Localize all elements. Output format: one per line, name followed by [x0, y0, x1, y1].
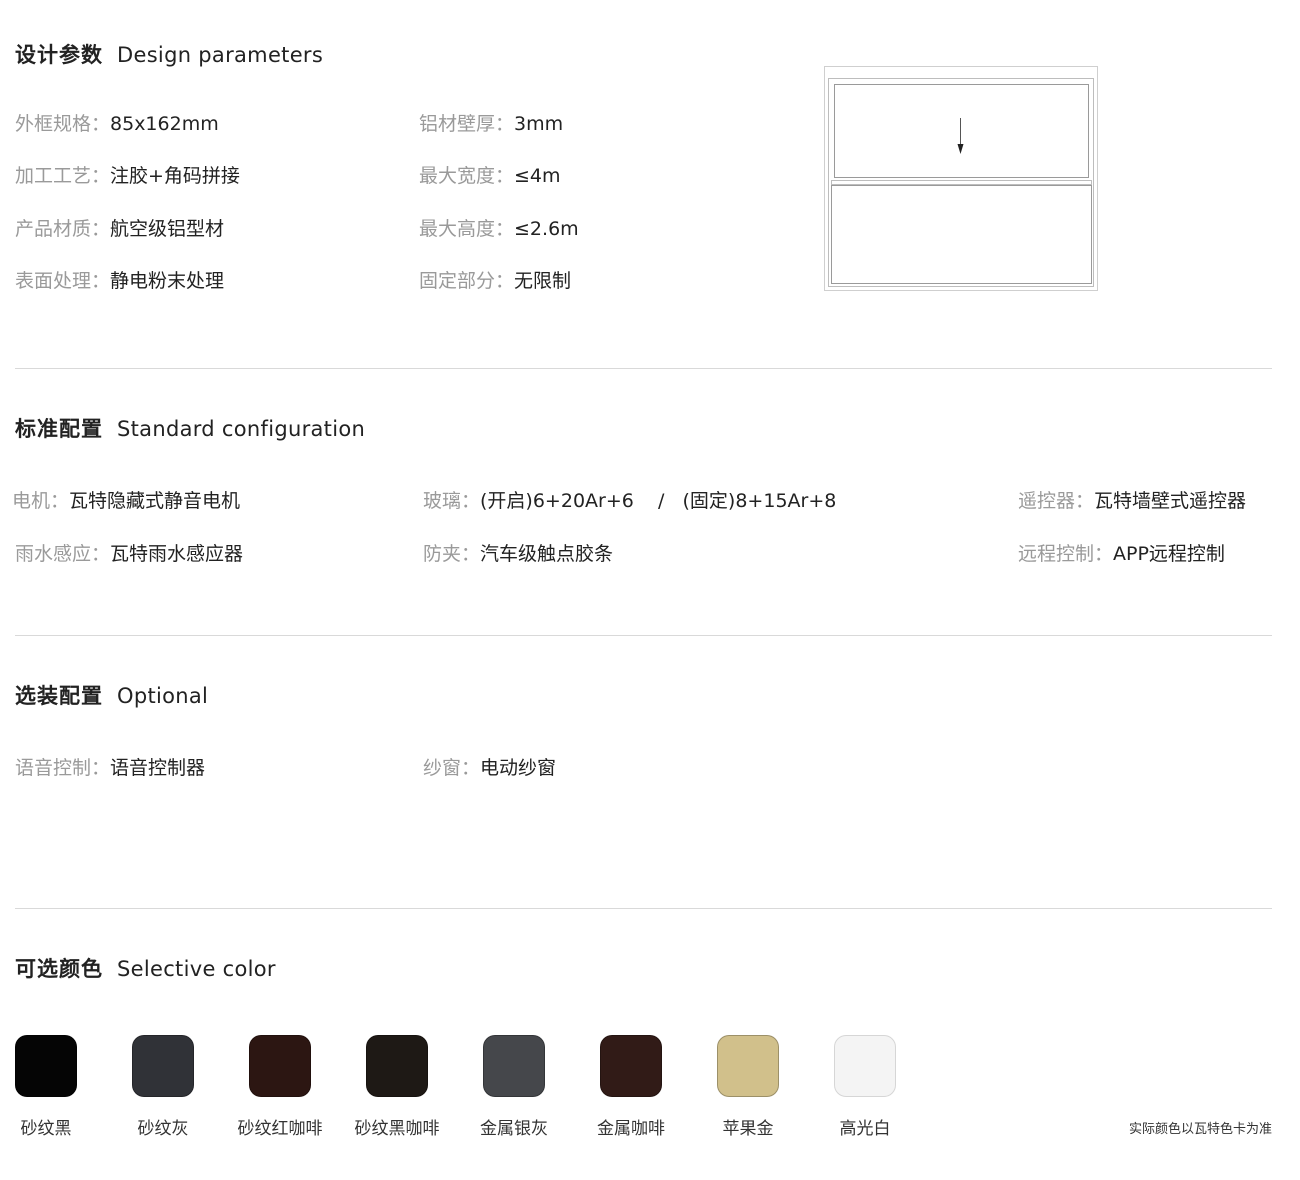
param-value: 语音控制器: [110, 757, 206, 779]
section-subtitle: Standard configuration: [117, 417, 366, 441]
param-fixed-part: 固定部分：无限制: [419, 269, 571, 293]
param-voice-control: 语音控制：语音控制器: [15, 756, 205, 780]
section-colors-header: 可选颜色 Selective color: [15, 953, 276, 983]
down-arrow-icon: [957, 144, 964, 154]
param-key: 语音控制：: [15, 757, 111, 779]
param-value: 航空级铝型材: [110, 218, 225, 240]
color-swatch[interactable]: [366, 1035, 428, 1097]
param-key: 表面处理：: [15, 270, 111, 292]
color-swatch-label: 砂纹黑咖啡: [354, 1119, 440, 1139]
param-value: 无限制: [514, 270, 572, 292]
color-swatch[interactable]: [834, 1035, 896, 1097]
param-key: 铝材壁厚：: [419, 113, 515, 135]
param-material: 产品材质：航空级铝型材: [15, 217, 224, 241]
param-key: 雨水感应：: [15, 543, 111, 565]
param-wall-thickness: 铝材壁厚：3mm: [419, 112, 563, 136]
param-key: 固定部分：: [419, 270, 515, 292]
divider: [15, 368, 1272, 369]
section-title: 标准配置: [15, 417, 103, 441]
color-swatch-label: 砂纹灰: [137, 1119, 189, 1139]
color-swatch[interactable]: [717, 1035, 779, 1097]
param-value: 3mm: [514, 113, 564, 135]
color-swatch-label: 砂纹红咖啡: [237, 1119, 323, 1139]
divider: [15, 635, 1272, 636]
param-key: 最大宽度：: [419, 165, 515, 187]
section-design-header: 设计参数 Design parameters: [15, 39, 323, 69]
param-value: APP远程控制: [1113, 543, 1225, 565]
color-swatch[interactable]: [483, 1035, 545, 1097]
param-key: 遥控器：: [1018, 490, 1095, 512]
param-key: 电机：: [12, 490, 70, 512]
param-value: 瓦特隐藏式静音电机: [69, 490, 241, 512]
param-key: 最大高度：: [419, 218, 515, 240]
color-swatch-label: 砂纹黑: [20, 1119, 72, 1139]
param-remote-control: 远程控制：APP远程控制: [1018, 542, 1225, 566]
section-subtitle: Design parameters: [117, 43, 324, 67]
param-key: 产品材质：: [15, 218, 111, 240]
color-swatch-label: 金属咖啡: [597, 1119, 665, 1139]
inner-frame: [828, 78, 1094, 287]
param-frame-spec: 外框规格：85x162mm: [15, 112, 219, 136]
lower-sash: [831, 185, 1092, 284]
upper-sash: [834, 84, 1089, 178]
color-swatch[interactable]: [600, 1035, 662, 1097]
param-key: 玻璃：: [423, 490, 481, 512]
param-value: 静电粉末处理: [110, 270, 225, 292]
section-subtitle: Optional: [117, 684, 209, 708]
param-process: 加工工艺：注胶+角码拼接: [15, 164, 240, 188]
param-surface: 表面处理：静电粉末处理: [15, 269, 224, 293]
param-value: 电动纱窗: [480, 757, 557, 779]
window-elevation-drawing: [824, 66, 1098, 291]
param-value: 瓦特雨水感应器: [110, 543, 244, 565]
color-swatch[interactable]: [249, 1035, 311, 1097]
param-value: 汽车级触点胶条: [480, 543, 614, 565]
param-remote: 遥控器：瓦特墙壁式遥控器: [1018, 489, 1246, 513]
color-note: 实际颜色以瓦特色卡为准: [1128, 1122, 1272, 1137]
outer-frame: [824, 66, 1098, 291]
section-title: 可选颜色: [15, 957, 103, 981]
param-value: 注胶+角码拼接: [110, 165, 240, 187]
color-swatch[interactable]: [132, 1035, 194, 1097]
param-key: 外框规格：: [15, 113, 111, 135]
param-motor: 电机：瓦特隐藏式静音电机: [12, 489, 240, 513]
param-anti-pinch: 防夹：汽车级触点胶条: [423, 542, 613, 566]
param-key: 远程控制：: [1018, 543, 1114, 565]
param-max-height: 最大高度：≤2.6m: [419, 217, 579, 241]
color-swatch-label: 高光白: [839, 1119, 891, 1139]
section-subtitle: Selective color: [117, 957, 276, 981]
section-title: 选装配置: [15, 684, 103, 708]
divider: [15, 908, 1272, 909]
param-screen: 纱窗：电动纱窗: [423, 756, 556, 780]
param-rain-sensor: 雨水感应：瓦特雨水感应器: [15, 542, 243, 566]
param-key: 纱窗：: [423, 757, 481, 779]
color-swatch-label: 苹果金: [722, 1119, 774, 1139]
param-glass: 玻璃：(开启)6+20Ar+6 / (固定)8+15Ar+8: [423, 489, 836, 513]
param-value: ≤2.6m: [514, 218, 579, 240]
mid-rail: [831, 180, 1092, 185]
param-value: ≤4m: [514, 165, 561, 187]
param-max-width: 最大宽度：≤4m: [419, 164, 561, 188]
param-value: (开启)6+20Ar+6 / (固定)8+15Ar+8: [480, 490, 837, 512]
color-swatch-label: 金属银灰: [480, 1119, 548, 1139]
section-standard-header: 标准配置 Standard configuration: [15, 413, 365, 443]
section-title: 设计参数: [15, 43, 103, 67]
param-value: 瓦特墙壁式遥控器: [1094, 490, 1247, 512]
color-swatch[interactable]: [15, 1035, 77, 1097]
param-key: 加工工艺：: [15, 165, 111, 187]
section-optional-header: 选装配置 Optional: [15, 680, 208, 710]
param-key: 防夹：: [423, 543, 481, 565]
param-value: 85x162mm: [110, 113, 219, 135]
